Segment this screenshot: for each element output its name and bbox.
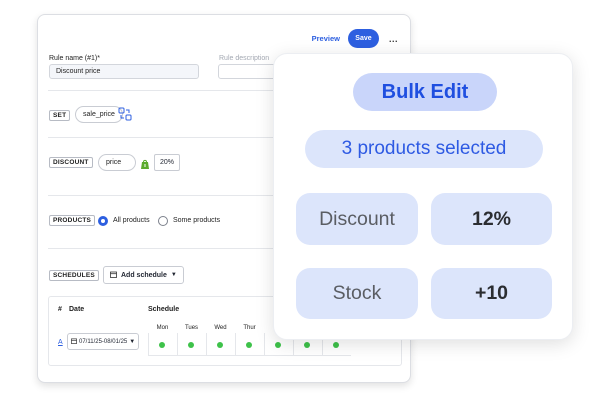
radio-some-products-label: Some products — [173, 217, 221, 224]
calendar-icon — [110, 271, 117, 280]
calendar-icon — [71, 338, 77, 346]
active-day-dot — [304, 342, 310, 348]
preview-link[interactable]: Preview — [312, 34, 340, 43]
field-value-discount[interactable]: 12% — [431, 193, 552, 245]
active-day-dot — [275, 342, 281, 348]
rule-name-input[interactable]: Discount price — [49, 64, 199, 79]
save-button[interactable]: Save — [347, 29, 379, 48]
bulk-edit-card: Bulk Edit 3 products selected Discount 1… — [273, 53, 573, 340]
chevron-down-icon: ▼ — [170, 272, 177, 278]
field-name-discount[interactable]: Discount — [296, 193, 418, 245]
products-tag: PRODUCTS — [49, 215, 96, 226]
col-header-schedule: Schedule — [148, 306, 180, 313]
selection-count-badge: 3 products selected — [305, 130, 543, 168]
row-index-link[interactable]: A — [58, 339, 63, 346]
active-day-dot — [333, 342, 339, 348]
field-value-stock[interactable]: +10 — [431, 268, 552, 319]
bulk-edit-title[interactable]: Bulk Edit — [353, 73, 497, 111]
col-header-index: # — [58, 306, 62, 313]
chevron-down-icon: ▼ — [129, 338, 136, 345]
day-header: Thur — [243, 325, 256, 331]
active-day-dot — [246, 342, 252, 348]
radio-some-products[interactable] — [158, 216, 168, 226]
set-tag: SET — [49, 110, 71, 121]
set-field-pill[interactable]: sale_price — [75, 106, 123, 123]
active-day-dot — [217, 342, 223, 348]
discount-tag: DISCOUNT — [49, 157, 93, 168]
col-header-date: Date — [69, 306, 85, 313]
schedule-date-dropdown[interactable]: 07/11/25-08/01/25 ▼ — [67, 333, 140, 350]
discount-field-pill[interactable]: price — [98, 154, 136, 171]
add-schedule-dropdown[interactable]: Add schedule ▼ — [103, 266, 184, 284]
radio-all-products-label: All products — [113, 217, 150, 224]
rule-description-label: Rule description — [219, 55, 270, 62]
rule-name-label: Rule name (#1)* — [49, 55, 100, 62]
rule-name-value: Discount price — [56, 68, 101, 75]
radio-all-products[interactable] — [98, 216, 108, 226]
more-options-button[interactable]: ... — [389, 34, 398, 44]
field-name-stock[interactable]: Stock — [296, 268, 418, 319]
active-day-dot — [188, 342, 194, 348]
active-day-dot — [159, 342, 165, 348]
day-header: Tues — [184, 325, 199, 331]
day-header: Mon — [156, 325, 169, 331]
add-schedule-label: Add schedule — [121, 271, 167, 279]
day-header: Wed — [214, 325, 227, 331]
rule-toolbar: Preview Save ... — [312, 29, 398, 48]
shopify-icon — [140, 157, 150, 169]
swap-icon[interactable] — [118, 107, 132, 121]
discount-value[interactable]: 20% — [154, 154, 181, 171]
schedules-tag: SCHEDULES — [49, 270, 99, 281]
schedule-date-value: 07/11/25-08/01/25 — [79, 338, 128, 345]
